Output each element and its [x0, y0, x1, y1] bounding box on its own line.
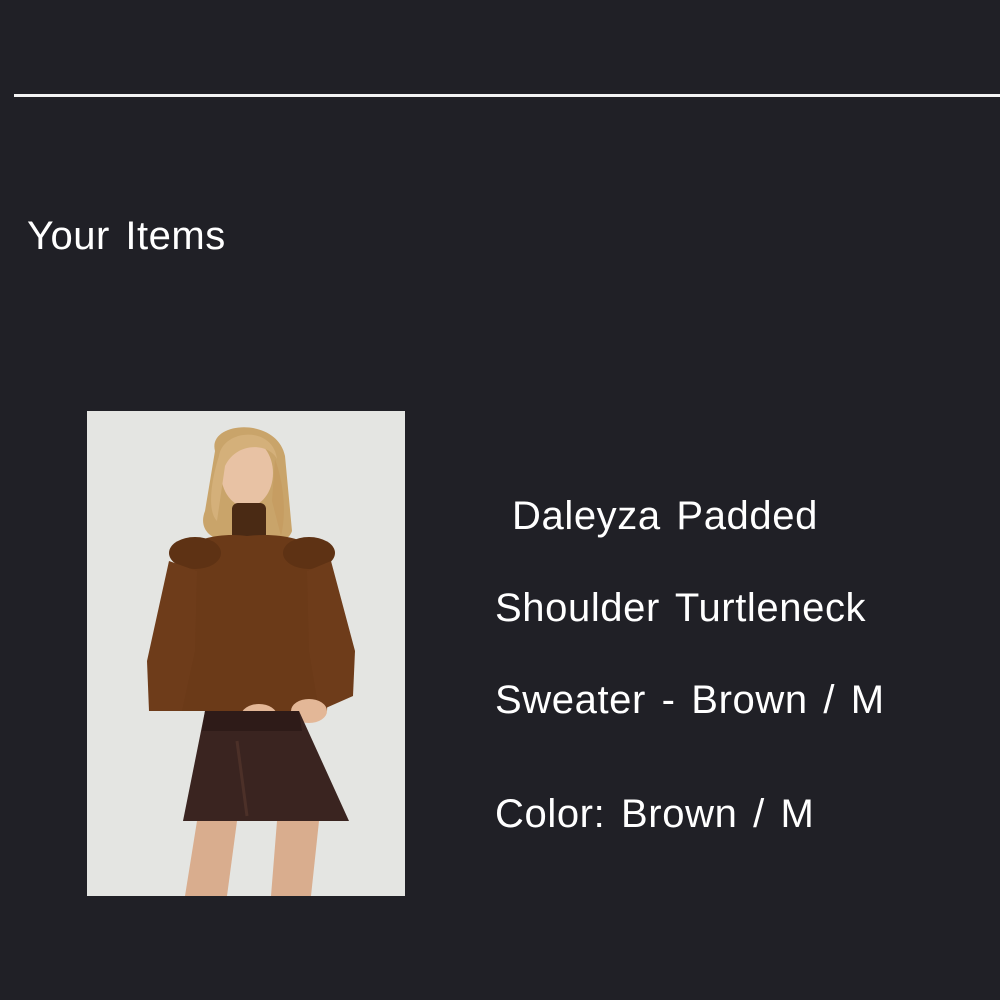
product-title[interactable]: Daleyza Padded Shoulder Turtleneck Sweat…	[495, 470, 975, 746]
cart-item: Daleyza Padded Shoulder Turtleneck Sweat…	[0, 0, 1000, 1000]
product-variant: Color: Brown / M	[495, 790, 814, 838]
product-photo-icon	[87, 411, 405, 896]
product-title-line-1: Daleyza Padded	[512, 494, 818, 538]
color-value: Brown / M	[621, 792, 815, 836]
product-image[interactable]	[87, 411, 405, 896]
product-title-line-3: Sweater - Brown / M	[495, 678, 885, 722]
product-title-line-2: Shoulder Turtleneck	[495, 586, 867, 630]
color-label: Color:	[495, 792, 606, 836]
